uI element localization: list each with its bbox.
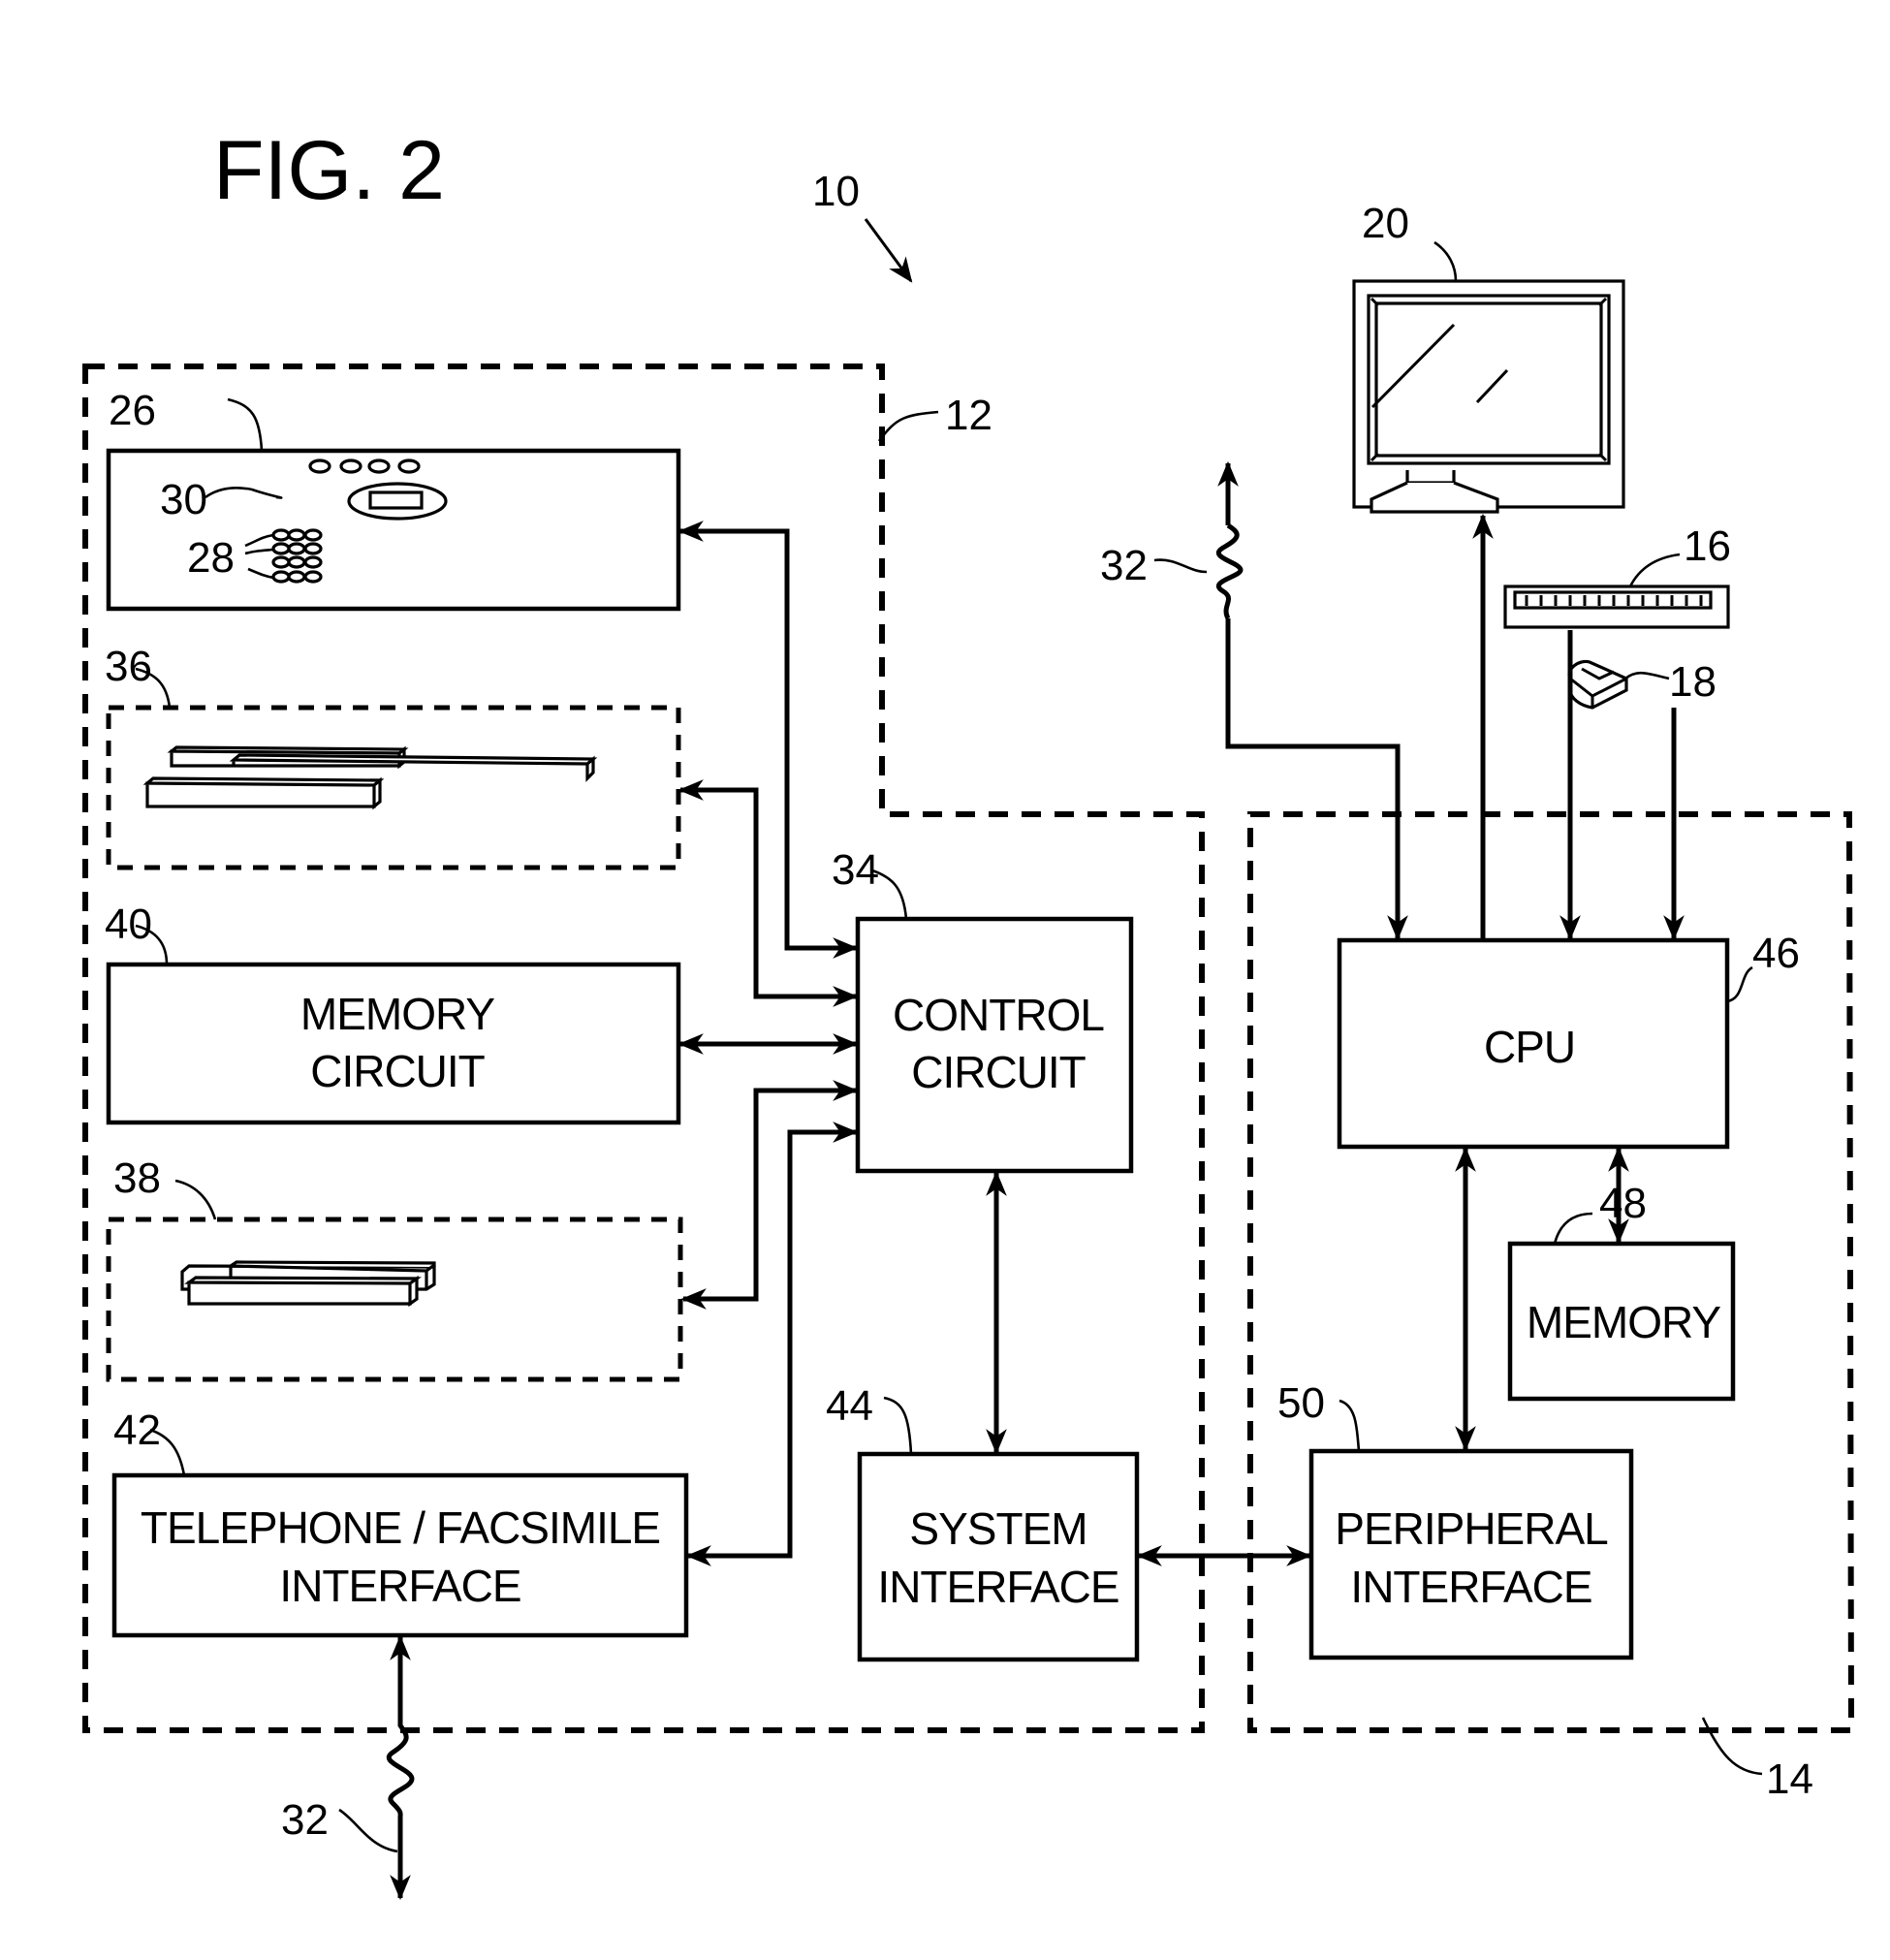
- ref-34-label: 34: [832, 846, 879, 894]
- peripheral-interface-label-2: INTERFACE: [1350, 1562, 1591, 1612]
- system-interface-label-1: SYSTEM: [909, 1503, 1087, 1554]
- button-icon: [367, 458, 391, 474]
- memory-48[interactable]: MEMORY 48: [1507, 1180, 1736, 1402]
- figure-title: FIG. 2: [213, 124, 445, 217]
- device-26-body: [106, 448, 681, 612]
- ref-50-leader: [1339, 1399, 1361, 1452]
- ref-16-label: 16: [1684, 522, 1731, 570]
- control-circuit-label-2: CIRCUIT: [911, 1047, 1086, 1097]
- ref-32-bottom: 32: [281, 1796, 398, 1853]
- wire-network-to-cpu: [1225, 618, 1408, 941]
- ref-26-label: 26: [109, 387, 156, 434]
- fig2-diagram: FIG. 2 10 12 14 26 30 28 36 MEMORY CIRCU…: [82, 124, 1855, 1901]
- ref-12-leader: [877, 410, 939, 442]
- memory-circuit-40[interactable]: MEMORY CIRCUIT 40: [105, 901, 681, 1125]
- ref-38-label: 38: [113, 1154, 161, 1202]
- ref-14-leader: [1701, 1717, 1763, 1776]
- display-screen-icon: [368, 490, 424, 510]
- control-circuit-34[interactable]: CONTROL CIRCUIT 34: [832, 846, 1134, 1174]
- memory-label: MEMORY: [1527, 1297, 1720, 1347]
- ref-10-label: 10: [812, 168, 860, 215]
- ref-10-arrow: [864, 218, 913, 283]
- system-ref-10: 10: [812, 168, 913, 283]
- ref-32-top: 32: [1100, 542, 1208, 589]
- drive-38[interactable]: 38: [106, 1154, 683, 1382]
- ref-40-label: 40: [105, 901, 152, 948]
- telephone-facsimile-box: [111, 1472, 689, 1638]
- ref-48-label: 48: [1599, 1180, 1647, 1227]
- device-26-printer-unit[interactable]: 26 30 28: [106, 387, 681, 612]
- connections: [387, 460, 1685, 1901]
- drive-36[interactable]: 36: [105, 643, 681, 870]
- ref-18-leader: [1624, 671, 1670, 680]
- mouse-18[interactable]: 18: [1567, 658, 1717, 710]
- keyboard-16[interactable]: 16: [1503, 522, 1731, 629]
- ref-30-label: 30: [160, 476, 207, 523]
- ref-44-leader: [883, 1396, 913, 1455]
- keypad-icon: [271, 528, 323, 584]
- button-icon: [308, 458, 331, 474]
- peripheral-interface-50[interactable]: PERIPHERAL INTERFACE 50: [1277, 1379, 1634, 1660]
- button-icon: [339, 458, 362, 474]
- system-interface-label-2: INTERFACE: [877, 1562, 1118, 1612]
- ref-14-label: 14: [1766, 1755, 1813, 1803]
- ref-26-leader: [227, 397, 264, 452]
- monitor-20[interactable]: 20: [1352, 200, 1625, 514]
- ref-32-bottom-label: 32: [281, 1796, 329, 1844]
- telephone-facsimile-label-1: TELEPHONE / FACSIMILE: [141, 1502, 660, 1553]
- ref-18-label: 18: [1669, 658, 1717, 706]
- wire-control-to-36: [677, 779, 859, 1007]
- ref-32-top-label: 32: [1100, 542, 1148, 589]
- ref-14: 14: [1701, 1717, 1813, 1803]
- ref-46-label: 46: [1752, 930, 1800, 977]
- cpu-label: CPU: [1484, 1022, 1575, 1072]
- ref-20-leader: [1433, 240, 1458, 282]
- cpu-46[interactable]: CPU 46: [1337, 930, 1800, 1150]
- keyboard-icon: [1503, 585, 1730, 629]
- ref-46-leader: [1726, 965, 1753, 1003]
- peripheral-interface-label-1: PERIPHERAL: [1335, 1503, 1608, 1554]
- wire-control-to-telfax: [685, 1122, 859, 1566]
- control-circuit-box: [855, 916, 1134, 1174]
- memory-circuit-label-1: MEMORY: [300, 989, 494, 1039]
- ref-50-label: 50: [1277, 1379, 1325, 1427]
- ref-16-leader: [1628, 553, 1681, 587]
- ref-28-label: 28: [187, 534, 235, 582]
- ref-12: 12: [877, 392, 992, 442]
- ref-20-label: 20: [1362, 200, 1409, 247]
- ref-38-leader: [174, 1179, 217, 1220]
- ref-12-label: 12: [945, 392, 992, 439]
- mouse-icon: [1567, 659, 1628, 710]
- system-interface-box: [857, 1451, 1140, 1662]
- ref-32-top-leader: [1153, 558, 1208, 574]
- network-zigzag-top: [1216, 522, 1244, 620]
- memory-circuit-label-2: CIRCUIT: [310, 1046, 485, 1096]
- wire-control-to-38: [680, 1080, 859, 1310]
- ref-32-bottom-leader: [338, 1808, 398, 1853]
- monitor-icon: [1352, 279, 1625, 514]
- ref-42-label: 42: [113, 1407, 161, 1454]
- ref-44-label: 44: [826, 1382, 873, 1430]
- ref-48-leader: [1553, 1212, 1593, 1245]
- storage-media-icon: [180, 1260, 436, 1308]
- peripheral-interface-box: [1308, 1448, 1634, 1660]
- telephone-facsimile-interface-42[interactable]: TELEPHONE / FACSIMILE INTERFACE 42: [111, 1407, 689, 1638]
- button-icon: [397, 458, 421, 474]
- storage-media-icon: [142, 745, 598, 810]
- system-interface-44[interactable]: SYSTEM INTERFACE 44: [826, 1382, 1140, 1662]
- control-circuit-label-1: CONTROL: [893, 990, 1104, 1040]
- telephone-facsimile-label-2: INTERFACE: [279, 1561, 520, 1611]
- ref-36-label: 36: [105, 643, 152, 690]
- network-zigzag-bottom: [387, 1662, 415, 1818]
